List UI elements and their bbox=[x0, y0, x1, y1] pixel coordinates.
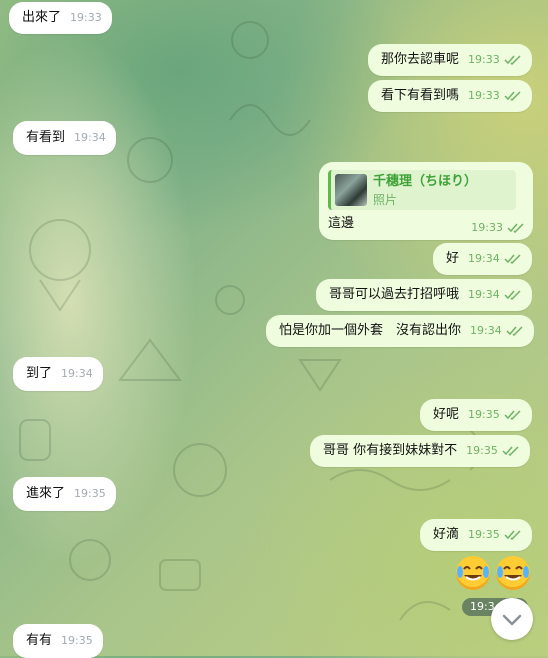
message-time: 19:34 bbox=[61, 367, 93, 380]
message-text: 好滴 bbox=[433, 527, 460, 542]
message-text: 看下有看到嗎 bbox=[381, 88, 460, 103]
message-incoming[interactable]: 出來了 19:33 bbox=[9, 2, 112, 34]
message-outgoing[interactable]: 好呢 19:35 bbox=[420, 399, 532, 431]
message-time: 19:33 bbox=[70, 11, 102, 24]
emoji-face bbox=[497, 566, 529, 581]
message-time: 19:35 bbox=[468, 528, 500, 541]
message-time-row: 19:33 bbox=[462, 219, 525, 238]
reply-media-type: 照片 bbox=[373, 193, 398, 207]
message-time: 19:35 bbox=[468, 408, 500, 421]
message-time: 19:34 bbox=[468, 252, 500, 265]
message-outgoing[interactable]: 怕是你加一個外套 沒有認出你 19:34 bbox=[266, 315, 534, 347]
message-incoming[interactable]: 進來了 19:35 bbox=[13, 477, 116, 511]
message-incoming[interactable]: 到了 19:34 bbox=[13, 357, 103, 391]
message-outgoing[interactable]: 哥哥可以過去打招呼哦 19:34 bbox=[316, 279, 532, 311]
message-text: 進來了 bbox=[26, 486, 66, 501]
tears-of-joy-emoji-icon[interactable] bbox=[496, 556, 530, 590]
message-text: 好呢 bbox=[433, 407, 460, 422]
reply-preview[interactable]: 千穗理（ちほり） 照片 bbox=[328, 170, 516, 210]
message-text: 這邊 bbox=[328, 216, 355, 231]
scroll-to-bottom-button[interactable] bbox=[491, 598, 533, 640]
message-time: 19:35 bbox=[61, 634, 93, 647]
emoji-face bbox=[457, 566, 489, 581]
message-time: 19:33 bbox=[468, 53, 500, 66]
message-time: 19:33 bbox=[468, 89, 500, 102]
double-check-icon bbox=[504, 91, 521, 101]
message-incoming[interactable]: 有有 19:35 bbox=[13, 624, 103, 658]
message-text: 到了 bbox=[26, 366, 53, 381]
double-check-icon bbox=[504, 290, 521, 300]
reply-sender-name: 千穗理（ちほり） bbox=[373, 174, 478, 189]
message-outgoing[interactable]: 好滴 19:35 bbox=[420, 519, 532, 551]
message-time: 19:34 bbox=[468, 288, 500, 301]
message-outgoing[interactable]: 看下有看到嗎 19:33 bbox=[368, 80, 532, 112]
double-check-icon bbox=[506, 326, 523, 336]
message-text: 有看到 bbox=[26, 130, 66, 145]
message-text: 好 bbox=[446, 251, 460, 266]
double-check-icon bbox=[504, 410, 521, 420]
double-check-icon bbox=[504, 254, 521, 264]
message-outgoing-with-reply[interactable]: 千穗理（ちほり） 照片 這邊 19:33 bbox=[319, 162, 533, 240]
double-check-icon bbox=[502, 446, 519, 456]
double-check-icon bbox=[504, 55, 521, 65]
double-check-icon bbox=[504, 530, 521, 540]
message-text: 怕是你加一個外套 沒有認出你 bbox=[279, 323, 462, 338]
message-time: 19:35 bbox=[74, 487, 106, 500]
double-check-icon bbox=[507, 223, 524, 233]
message-time: 19:34 bbox=[470, 324, 502, 337]
message-time: 19:35 bbox=[466, 444, 498, 457]
tears-of-joy-emoji-icon[interactable] bbox=[456, 556, 490, 590]
chevron-down-icon bbox=[502, 614, 522, 626]
message-outgoing[interactable]: 好 19:34 bbox=[433, 243, 532, 275]
message-text: 哥哥可以過去打招呼哦 bbox=[329, 287, 460, 302]
message-text: 那你去認車呢 bbox=[381, 52, 460, 67]
message-time: 19:33 bbox=[471, 221, 503, 234]
message-outgoing[interactable]: 那你去認車呢 19:33 bbox=[368, 44, 532, 76]
message-time: 19:34 bbox=[74, 131, 106, 144]
reply-photo-thumbnail bbox=[335, 174, 367, 206]
message-incoming[interactable]: 有看到 19:34 bbox=[13, 121, 116, 155]
message-outgoing[interactable]: 哥哥 你有接到妹妹對不 19:35 bbox=[310, 435, 530, 467]
message-text: 哥哥 你有接到妹妹對不 bbox=[323, 443, 458, 458]
message-text: 出來了 bbox=[22, 10, 62, 25]
message-text: 有有 bbox=[26, 633, 53, 648]
